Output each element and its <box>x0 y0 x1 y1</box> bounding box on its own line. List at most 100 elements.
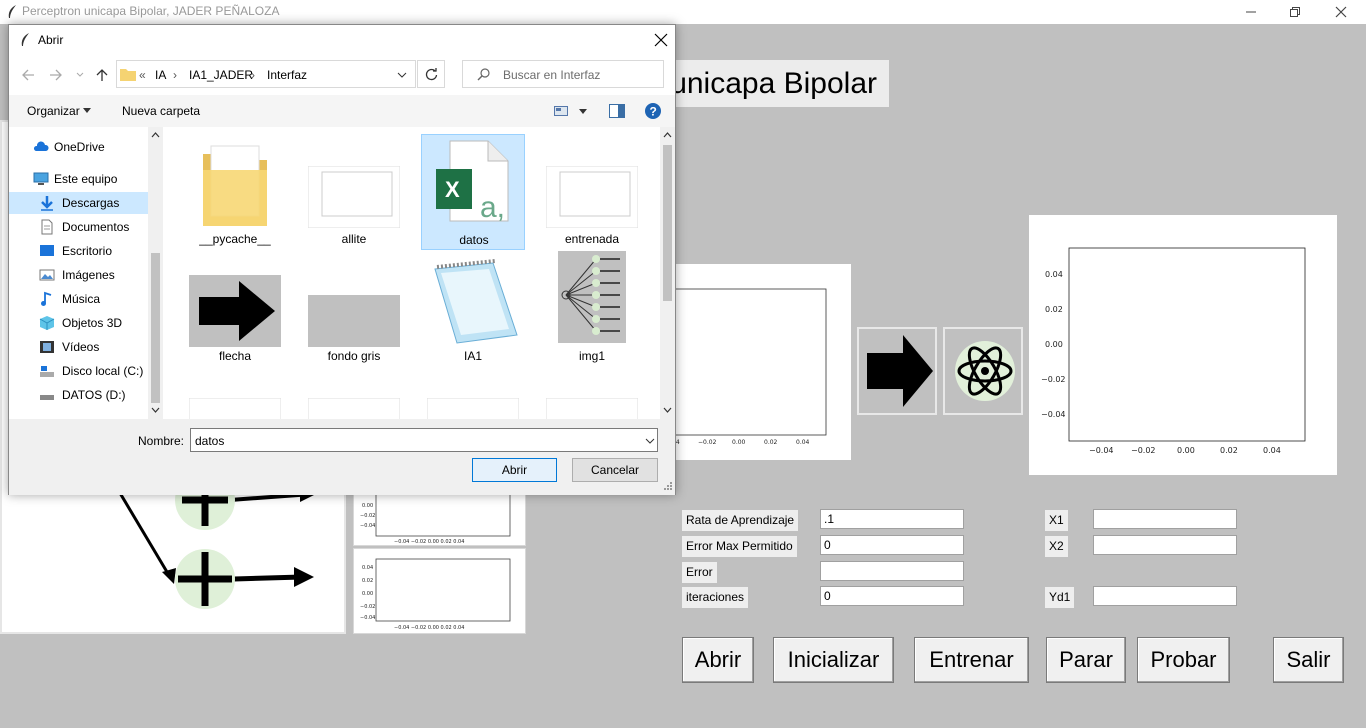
view-options-icon[interactable] <box>554 105 568 117</box>
video-icon <box>40 341 54 353</box>
file-ia1[interactable]: IA1 <box>421 251 525 367</box>
rate-field[interactable]: .1 <box>820 509 964 529</box>
parar-button[interactable]: Parar <box>1046 637 1126 683</box>
chevron-up-icon[interactable] <box>663 132 672 138</box>
error-label: Error <box>682 562 717 583</box>
nav-item-documentos[interactable]: Documentos <box>9 216 148 238</box>
images-icon <box>39 269 55 281</box>
chevron-down-icon[interactable] <box>151 407 160 413</box>
nav-item-escritorio[interactable]: Escritorio <box>9 240 148 262</box>
breadcrumb-ia[interactable]: IA <box>155 68 166 82</box>
yd1-field[interactable] <box>1093 586 1237 606</box>
close-window-button[interactable] <box>1318 2 1364 22</box>
breadcrumb-ia1-jader[interactable]: IA1_JADER <box>189 68 253 82</box>
dialog-body: OneDrive Este equipo Descargas Documento… <box>9 127 675 419</box>
x1-label: X1 <box>1045 510 1068 531</box>
x1-field[interactable] <box>1093 509 1237 529</box>
nav-item-onedrive[interactable]: OneDrive <box>9 136 148 158</box>
file-partial-4[interactable] <box>540 368 644 419</box>
svg-text:−0.04: −0.04 <box>1089 446 1114 455</box>
max-error-label: Error Max Permitido <box>682 536 797 557</box>
chevron-down-icon[interactable] <box>579 109 587 115</box>
chevron-down-icon[interactable] <box>663 407 672 413</box>
file-pycache[interactable]: __pycache__ <box>183 134 287 250</box>
cloud-icon <box>33 141 49 151</box>
window-titlebar: Perceptron unicapa Bipolar, JADER PEÑALO… <box>0 0 1366 24</box>
file-partial-3[interactable] <box>421 368 525 419</box>
up-icon[interactable] <box>95 68 109 82</box>
nav-item-disco-local-c[interactable]: Disco local (C:) <box>9 360 148 382</box>
chevron-down-icon[interactable] <box>645 437 655 445</box>
svg-text:0.04: 0.04 <box>796 439 810 446</box>
new-folder-button[interactable]: Nueva carpeta <box>122 104 200 118</box>
files-scroll-thumb[interactable] <box>663 145 672 301</box>
nav-item-descargas[interactable]: Descargas <box>9 192 148 214</box>
svg-text:0.00: 0.00 <box>362 591 373 597</box>
rate-label: Rata de Aprendizaje <box>682 510 799 531</box>
files-scrollbar[interactable] <box>660 127 675 419</box>
minimize-icon <box>1246 11 1256 13</box>
iterations-field[interactable]: 0 <box>820 586 964 606</box>
decision-plot: 0.04 0.02 0.00 −0.02 −0.04 −0.04 −0.02 0… <box>1041 247 1306 455</box>
dialog-titlebar: Abrir <box>9 25 675 55</box>
file-partial-1[interactable] <box>183 368 287 419</box>
search-input[interactable]: Buscar en Interfaz <box>462 60 664 88</box>
forward-icon[interactable] <box>49 68 63 82</box>
refresh-button[interactable] <box>417 60 445 88</box>
file-flecha[interactable]: flecha <box>183 251 287 367</box>
error-plot-panel: 04 −0.02 0.00 0.02 0.04 <box>671 264 851 460</box>
filename-input[interactable]: datos <box>190 428 658 452</box>
close-icon[interactable] <box>654 33 668 47</box>
dialog-open-button[interactable]: Abrir <box>472 458 557 482</box>
filename-label: Nombre: <box>138 434 185 448</box>
abrir-button[interactable]: Abrir <box>682 637 754 683</box>
salir-button[interactable]: Salir <box>1273 637 1344 683</box>
chevron-down-icon[interactable] <box>76 71 84 79</box>
atom-icon <box>955 341 1015 401</box>
svg-text:0.00: 0.00 <box>362 503 373 509</box>
chevron-down-icon[interactable] <box>397 71 407 79</box>
dialog-cancel-button[interactable]: Cancelar <box>572 458 658 482</box>
svg-text:?: ? <box>650 105 657 119</box>
max-error-field[interactable]: 0 <box>820 535 964 555</box>
breadcrumb-overflow[interactable]: « <box>139 68 146 82</box>
file-partial-2[interactable] <box>302 368 406 419</box>
help-icon[interactable]: ? <box>644 102 662 120</box>
download-icon <box>41 196 53 211</box>
arrow-right-icon <box>867 335 933 407</box>
file-allite[interactable]: allite <box>302 134 406 250</box>
file-datos[interactable]: Xa, datos <box>421 134 525 250</box>
restore-button[interactable] <box>1272 2 1318 22</box>
plot-thumbnail-icon <box>308 166 400 228</box>
x2-field[interactable] <box>1093 535 1237 555</box>
nav-item-datos-d[interactable]: DATOS (D:) <box>9 384 148 406</box>
address-bar[interactable]: « IA › IA1_JADER › Interfaz <box>116 60 416 88</box>
nav-item-videos[interactable]: Vídeos <box>9 336 148 358</box>
folder-icon <box>120 69 136 81</box>
back-icon[interactable] <box>21 68 35 82</box>
nav-scroll-thumb[interactable] <box>151 253 160 403</box>
inicializar-button[interactable]: Inicializar <box>773 637 894 683</box>
nav-item-imagenes[interactable]: Imágenes <box>9 264 148 286</box>
chevron-down-icon <box>83 108 91 113</box>
cube-icon <box>39 316 55 330</box>
resize-grip-icon[interactable] <box>663 481 673 491</box>
preview-pane-icon[interactable] <box>609 104 625 118</box>
svg-text:−0.04 −0.02 0.00 0.02 0.04: −0.04 −0.02 0.00 0.02 0.04 <box>394 539 464 545</box>
entrenar-button[interactable]: Entrenar <box>914 637 1029 683</box>
breadcrumb-interfaz[interactable]: Interfaz <box>267 68 307 82</box>
file-img1[interactable]: img1 <box>540 251 644 367</box>
file-entrenada[interactable]: entrenada <box>540 134 644 250</box>
organize-menu[interactable]: Organizar <box>27 104 80 118</box>
error-field[interactable] <box>820 561 964 581</box>
nav-item-musica[interactable]: Música <box>9 288 148 310</box>
nav-item-objetos-3d[interactable]: Objetos 3D <box>9 312 148 334</box>
file-fondo-gris[interactable]: fondo gris <box>302 251 406 367</box>
nav-scrollbar[interactable] <box>148 127 163 419</box>
svg-text:−0.04: −0.04 <box>360 523 375 529</box>
nav-item-este-equipo[interactable]: Este equipo <box>9 168 148 190</box>
chevron-up-icon[interactable] <box>151 132 160 138</box>
svg-text:X: X <box>445 177 460 202</box>
minimize-button[interactable] <box>1228 2 1274 22</box>
probar-button[interactable]: Probar <box>1137 637 1230 683</box>
